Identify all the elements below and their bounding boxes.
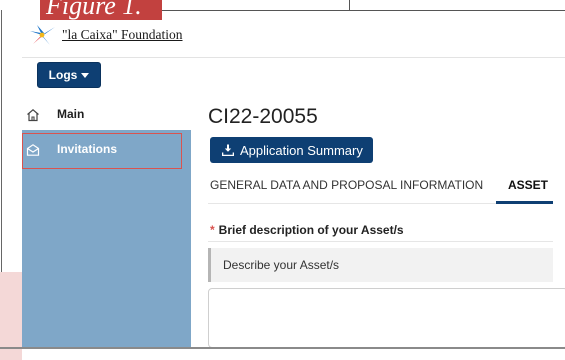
sidebar-item-main[interactable]: Main (22, 104, 191, 126)
application-summary-label: Application Summary (240, 142, 363, 158)
tab-asset[interactable]: ASSET (508, 178, 548, 192)
envelope-icon (26, 144, 40, 156)
chevron-down-icon (81, 73, 90, 78)
left-accent-foot (0, 349, 22, 360)
bottom-margin (0, 349, 565, 360)
sidebar-item-invitations[interactable]: Invitations (22, 133, 182, 169)
application-summary-button[interactable]: Application Summary (210, 137, 373, 163)
logo-text: "la Caixa" Foundation (62, 27, 183, 42)
asset-description-label: * Brief description of your Asset/s (210, 223, 404, 237)
sidebar-item-main-label: Main (57, 107, 85, 121)
home-icon (27, 109, 39, 122)
header-divider (22, 57, 565, 58)
asset-description-textarea[interactable] (208, 288, 565, 348)
tab-general-data[interactable]: GENERAL DATA AND PROPOSAL INFORMATION (210, 178, 483, 192)
download-icon (222, 144, 234, 156)
active-tab-indicator (496, 201, 553, 204)
logs-dropdown-button[interactable]: Logs (37, 62, 101, 88)
figure-caption: Figure 1. (46, 0, 142, 20)
top-tick (349, 0, 350, 11)
top-rule (162, 10, 565, 11)
asset-description-label-text: Brief description of your Asset/s (218, 223, 404, 237)
sidebar-item-invitations-label: Invitations (57, 142, 118, 156)
field-hint-box: Describe your Asset/s (208, 248, 553, 282)
page-title: CI22-20055 (208, 105, 318, 128)
field-hint-text: Describe your Asset/s (223, 258, 340, 272)
logo[interactable]: "la Caixa" Foundation (28, 23, 183, 47)
figure-caption-tab: Figure 1. (40, 0, 162, 20)
required-marker: * (210, 223, 215, 237)
field-divider (208, 241, 553, 242)
caixa-star-logo-icon (30, 25, 55, 45)
logs-button-label: Logs (48, 68, 78, 82)
